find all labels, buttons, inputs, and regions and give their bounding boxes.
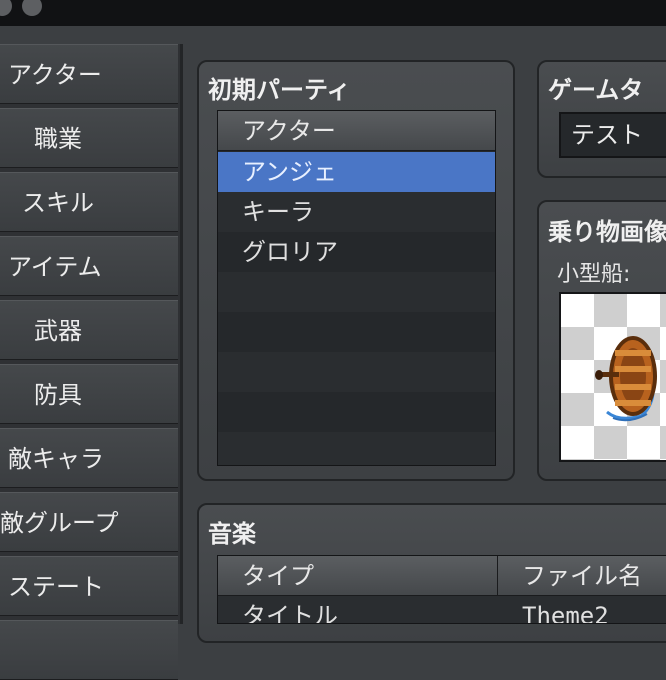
list-item-empty[interactable] [218,312,495,352]
sidebar-item-troops[interactable]: 敵グループ [0,492,178,552]
list-item-empty[interactable] [218,432,495,465]
initial-party-title: 初期パーティ [208,76,351,104]
sidebar-item-classes[interactable]: 職業 [0,108,178,168]
music-column-type[interactable]: タイプ [218,556,498,596]
sidebar-item-weapons[interactable]: 武器 [0,300,178,360]
boat-label: 小型船: [557,262,631,287]
list-item-empty[interactable] [218,392,495,432]
database-sidebar: アクター 職業 スキル アイテム 武器 防具 敵キャラ 敵グループ ステート [0,44,180,680]
window-control-icon[interactable] [0,0,12,16]
list-item-empty[interactable] [218,352,495,392]
rowboat-sprite-icon [595,336,657,422]
list-item[interactable]: アンジェ [218,152,495,192]
sidebar-item-skills[interactable]: スキル [0,172,178,232]
sidebar-item-next[interactable] [0,620,178,680]
sidebar-item-armors[interactable]: 防具 [0,364,178,424]
window-titlebar [0,0,666,26]
boat-image-preview[interactable] [559,292,666,462]
music-title: 音楽 [208,520,256,548]
list-item-empty[interactable] [218,272,495,312]
sidebar-item-items[interactable]: アイテム [0,236,178,296]
window-control-icon[interactable] [22,0,42,16]
vehicle-image-title: 乗り物画像 [548,218,666,246]
sidebar-divider [180,44,183,624]
sidebar-item-actors[interactable]: アクター [0,44,178,104]
sidebar-item-enemies[interactable]: 敵キャラ [0,428,178,488]
music-table: タイプ ファイル名 タイトル Theme2 [217,555,666,624]
sidebar-item-states[interactable]: ステート [0,556,178,616]
party-list[interactable]: アクター アンジェ キーラ グロリア [217,110,496,466]
table-row-file-cell[interactable]: Theme2 [498,596,666,623]
music-column-filename[interactable]: ファイル名 [498,556,666,596]
list-item[interactable]: キーラ [218,192,495,232]
party-list-header[interactable]: アクター [218,111,495,151]
list-item[interactable]: グロリア [218,232,495,272]
game-title-field[interactable]: テスト [559,112,666,158]
game-title-heading: ゲームタ [548,76,644,104]
table-row-type-cell[interactable]: タイトル [218,596,498,623]
